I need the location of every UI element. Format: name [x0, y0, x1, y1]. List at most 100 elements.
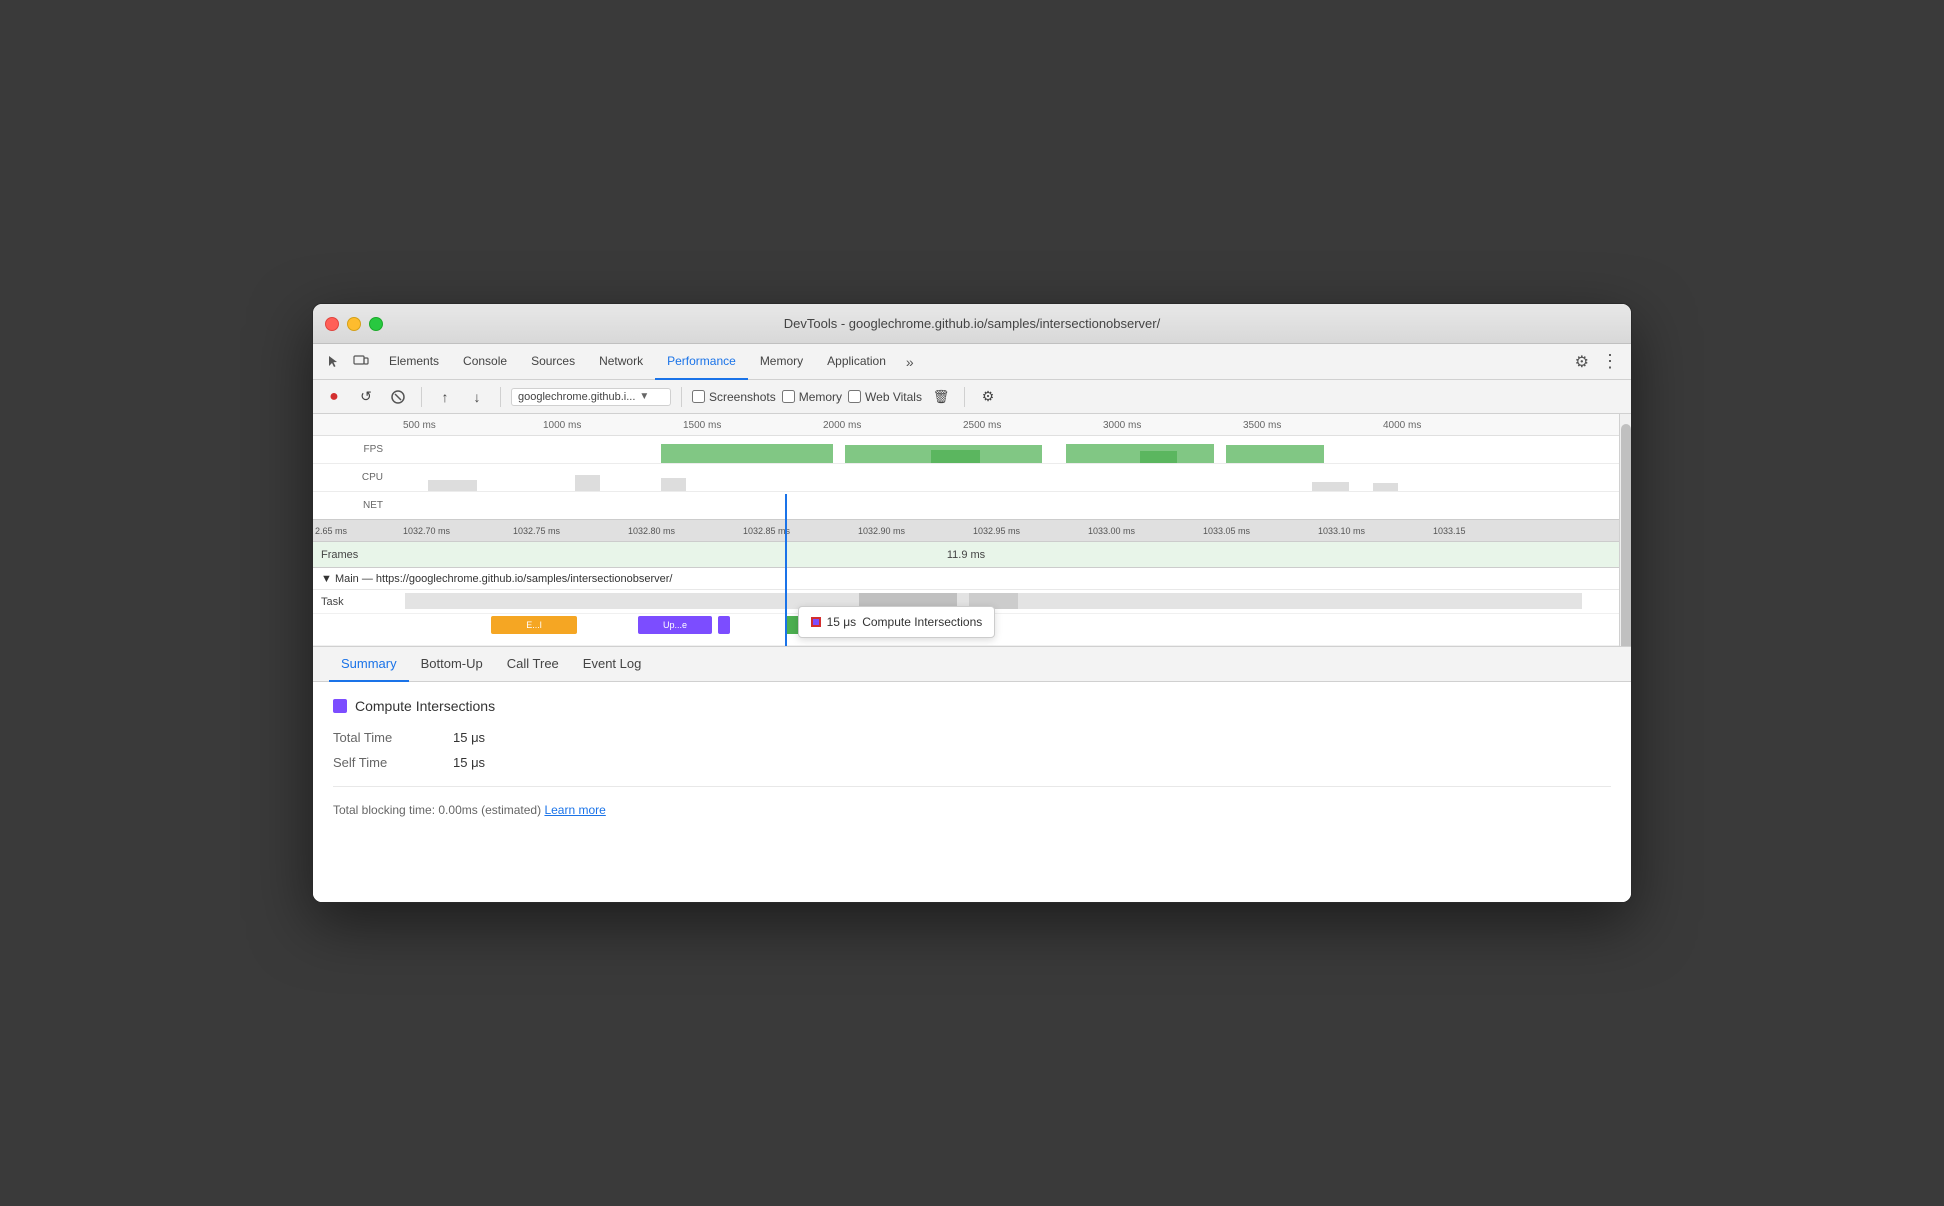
- tab-memory[interactable]: Memory: [748, 344, 815, 380]
- tab-sources[interactable]: Sources: [519, 344, 587, 380]
- toolbar-separator-2: [500, 387, 501, 407]
- tab-application[interactable]: Application: [815, 344, 898, 380]
- download-button[interactable]: ↓: [464, 384, 490, 410]
- event-block-el[interactable]: E...l: [491, 616, 577, 634]
- tab-elements[interactable]: Elements: [377, 344, 451, 380]
- fps-label: FPS: [313, 444, 391, 455]
- tab-network[interactable]: Network: [587, 344, 655, 380]
- screenshots-checkbox[interactable]: [692, 390, 705, 403]
- cpu-track: [391, 464, 1619, 491]
- minimize-button[interactable]: [347, 317, 361, 331]
- summary-total-time-value: 15 μs: [453, 730, 485, 745]
- toolbar-separator-4: [964, 387, 965, 407]
- summary-panel: Compute Intersections Total Time 15 μs S…: [313, 682, 1631, 902]
- close-button[interactable]: [325, 317, 339, 331]
- net-track: [391, 492, 1619, 519]
- net-row: NET: [313, 492, 1619, 520]
- maximize-button[interactable]: [369, 317, 383, 331]
- perf-settings-button[interactable]: ⚙: [975, 384, 1001, 410]
- devtools-window: DevTools - googlechrome.github.io/sample…: [312, 303, 1632, 903]
- summary-total-time-row: Total Time 15 μs: [333, 730, 1611, 745]
- refresh-button[interactable]: ↺: [353, 384, 379, 410]
- events-track: E...l Up...e Co...rs: [393, 614, 1619, 645]
- summary-self-time-label: Self Time: [333, 755, 453, 770]
- event-tooltip: 15 μs Compute Intersections: [798, 606, 996, 638]
- cpu-row: CPU: [313, 464, 1619, 492]
- screenshots-checkbox-group: Screenshots: [692, 390, 776, 404]
- scrollbar-handle[interactable]: [1621, 424, 1631, 646]
- devtools-body: Elements Console Sources Network Perform…: [313, 344, 1631, 902]
- cpu-label: CPU: [313, 472, 391, 483]
- summary-divider: [333, 786, 1611, 787]
- timeline-cursor: [785, 494, 787, 646]
- tooltip-time: 15 μs: [827, 615, 857, 629]
- toolbar-separator-3: [681, 387, 682, 407]
- ms-mark-start: 2.65 ms: [315, 526, 347, 536]
- summary-title-row: Compute Intersections: [333, 698, 1611, 714]
- tooltip-label: Compute Intersections: [862, 615, 982, 629]
- trash-button[interactable]: 🗑: [928, 384, 954, 410]
- net-label: NET: [313, 500, 391, 511]
- events-row: E...l Up...e Co...rs: [313, 614, 1619, 646]
- fps-row: FPS: [313, 436, 1619, 464]
- ms-mark-6: 1032.95 ms: [973, 526, 1020, 536]
- tab-performance[interactable]: Performance: [655, 344, 748, 380]
- stop-button[interactable]: [385, 384, 411, 410]
- url-caret-icon: ▼: [639, 391, 649, 402]
- more-tabs-button[interactable]: »: [898, 354, 922, 370]
- event-block-small-purple[interactable]: [718, 616, 730, 634]
- summary-total-time-label: Total Time: [333, 730, 453, 745]
- web-vitals-checkbox[interactable]: [848, 390, 861, 403]
- timeline-scrollbar[interactable]: [1619, 414, 1631, 646]
- summary-title-text: Compute Intersections: [355, 698, 495, 714]
- ms-mark-1: 1032.70 ms: [403, 526, 450, 536]
- tab-console[interactable]: Console: [451, 344, 519, 380]
- ms-ruler: 2.65 ms 1032.70 ms 1032.75 ms 1032.80 ms…: [313, 520, 1619, 542]
- cursor-icon[interactable]: [321, 350, 345, 374]
- ms-mark-9: 1033.10 ms: [1318, 526, 1365, 536]
- ruler-mark-500: 500 ms: [403, 420, 436, 431]
- learn-more-link[interactable]: Learn more: [544, 803, 605, 817]
- devtools-settings-icon[interactable]: ⚙: [1567, 352, 1597, 372]
- fps-track: [391, 436, 1619, 463]
- ruler-mark-2500: 2500 ms: [963, 420, 1001, 431]
- nav-tabs: Elements Console Sources Network Perform…: [313, 344, 1631, 380]
- ms-mark-4: 1032.85 ms: [743, 526, 790, 536]
- ms-mark-10: 1033.15: [1433, 526, 1466, 536]
- traffic-lights: [325, 317, 383, 331]
- upload-button[interactable]: ↑: [432, 384, 458, 410]
- frames-row: Frames 11.9 ms: [313, 542, 1619, 568]
- screenshots-label[interactable]: Screenshots: [709, 390, 776, 404]
- ms-mark-5: 1032.90 ms: [858, 526, 905, 536]
- perf-content: 500 ms 1000 ms 1500 ms 2000 ms 2500 ms 3…: [313, 414, 1631, 646]
- web-vitals-label[interactable]: Web Vitals: [865, 390, 922, 404]
- task-label: Task: [313, 596, 393, 608]
- bottom-tabs: Summary Bottom-Up Call Tree Event Log: [313, 646, 1631, 682]
- ruler-mark-3000: 3000 ms: [1103, 420, 1141, 431]
- summary-footer: Total blocking time: 0.00ms (estimated) …: [333, 803, 1611, 817]
- tab-bottom-up[interactable]: Bottom-Up: [409, 646, 495, 682]
- devtools-more-icon[interactable]: ⋮: [1597, 351, 1623, 372]
- device-toggle-icon[interactable]: [349, 350, 373, 374]
- tab-summary[interactable]: Summary: [329, 646, 409, 682]
- event-block-upe[interactable]: Up...e: [638, 616, 712, 634]
- ruler-mark-1000: 1000 ms: [543, 420, 581, 431]
- ms-mark-2: 1032.75 ms: [513, 526, 560, 536]
- memory-label[interactable]: Memory: [799, 390, 842, 404]
- ruler-mark-1500: 1500 ms: [683, 420, 721, 431]
- tooltip-color-box: [811, 617, 821, 627]
- url-selector[interactable]: googlechrome.github.i... ▼: [511, 388, 671, 406]
- main-row: ▼ Main — https://googlechrome.github.io/…: [313, 568, 1619, 590]
- tab-call-tree[interactable]: Call Tree: [495, 646, 571, 682]
- summary-self-time-row: Self Time 15 μs: [333, 755, 1611, 770]
- window-title: DevTools - googlechrome.github.io/sample…: [784, 316, 1160, 331]
- record-button[interactable]: ●: [321, 384, 347, 410]
- memory-checkbox-group: Memory: [782, 390, 842, 404]
- summary-color-indicator: [333, 699, 347, 713]
- web-vitals-checkbox-group: Web Vitals: [848, 390, 922, 404]
- memory-checkbox[interactable]: [782, 390, 795, 403]
- performance-toolbar: ● ↺ ↑ ↓ googlechrome.github.i... ▼ Scree…: [313, 380, 1631, 414]
- frames-value: 11.9 ms: [947, 549, 985, 561]
- tab-event-log[interactable]: Event Log: [571, 646, 654, 682]
- ruler-mark-4000: 4000 ms: [1383, 420, 1421, 431]
